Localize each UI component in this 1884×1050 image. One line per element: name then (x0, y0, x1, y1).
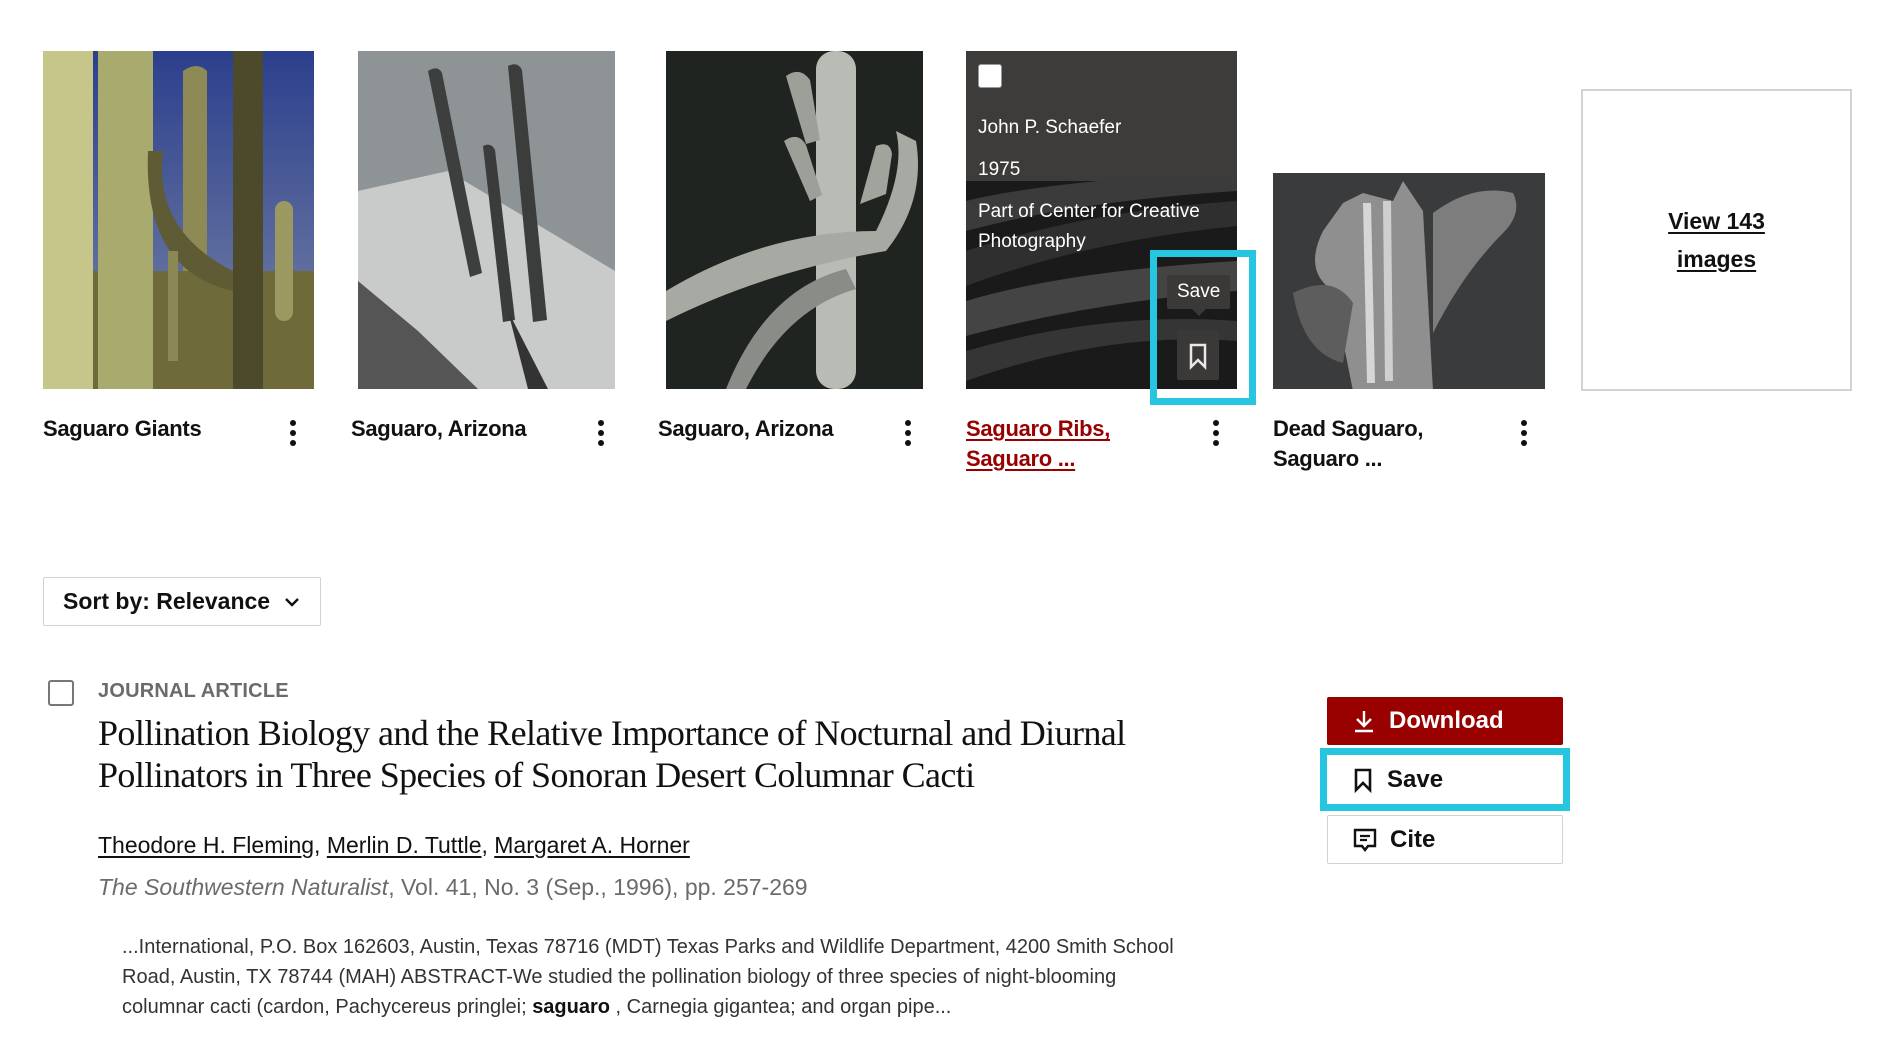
journal-citation: The Southwestern Naturalist, Vol. 41, No… (98, 874, 808, 901)
save-button[interactable]: Save (1327, 756, 1563, 804)
select-image-checkbox[interactable] (978, 64, 1002, 88)
saguaro-giants-photo (43, 51, 314, 389)
more-options-icon[interactable] (1518, 420, 1530, 450)
author-list: Theodore H. Fleming, Merlin D. Tuttle, M… (98, 832, 690, 858)
cite-icon (1353, 828, 1377, 852)
image-thumbnail-saguaro-arizona-1[interactable] (358, 51, 615, 389)
image-thumbnail-saguaro-arizona-2[interactable] (666, 51, 923, 389)
author-link[interactable]: Merlin D. Tuttle (327, 832, 482, 858)
image-title[interactable]: Saguaro Giants (43, 414, 202, 444)
image-collection: Part of Center for Creative Photography (978, 201, 1200, 252)
content-type-label: JOURNAL ARTICLE (98, 680, 289, 702)
search-term-highlight: saguaro (532, 996, 610, 1018)
image-thumbnail-dead-saguaro[interactable] (1273, 173, 1545, 389)
image-title[interactable]: Saguaro, Arizona (658, 414, 834, 444)
dead-saguaro-photo (1273, 173, 1545, 389)
download-icon (1355, 711, 1373, 733)
cite-button[interactable]: Cite (1327, 815, 1563, 864)
image-thumbnail-saguaro-ribs[interactable]: John P. Schaefer 1975 Part of Center for… (966, 51, 1237, 389)
sort-dropdown[interactable]: Sort by: Relevance (43, 577, 321, 626)
save-image-button[interactable] (1177, 330, 1219, 380)
saguaro-arizona-photo-1 (358, 51, 615, 389)
article-title[interactable]: Pollination Biology and the Relative Imp… (98, 712, 1198, 796)
image-creator: John P. Schaefer (978, 117, 1122, 138)
more-options-icon[interactable] (902, 420, 914, 450)
bookmark-icon (1354, 768, 1372, 793)
image-title-link-active[interactable]: Saguaro Ribs, Saguaro ... (966, 414, 1110, 474)
sort-label: Sort by: Relevance (63, 588, 271, 614)
saguaro-arizona-photo-2 (666, 51, 923, 389)
view-all-images-card[interactable]: View 143 images (1581, 89, 1852, 391)
author-link[interactable]: Margaret A. Horner (494, 832, 690, 858)
image-thumbnail-saguaro-giants[interactable] (43, 51, 314, 389)
save-tooltip: Save (1167, 275, 1231, 316)
bookmark-icon (1189, 343, 1207, 371)
select-result-checkbox[interactable] (48, 680, 74, 706)
image-title[interactable]: Saguaro, Arizona (351, 414, 527, 444)
view-all-images-link[interactable]: View 143 images (1662, 202, 1772, 278)
more-options-icon[interactable] (287, 420, 299, 450)
image-date: 1975 (978, 159, 1021, 180)
author-link[interactable]: Theodore H. Fleming (98, 832, 314, 858)
chevron-down-icon (285, 597, 299, 607)
image-title[interactable]: Dead Saguaro, Saguaro ... (1273, 414, 1423, 474)
journal-name: The Southwestern Naturalist (98, 874, 389, 900)
result-snippet: ...International, P.O. Box 162603, Austi… (122, 936, 1174, 1018)
more-options-icon[interactable] (595, 420, 607, 450)
download-button[interactable]: Download (1327, 697, 1563, 745)
more-options-icon[interactable] (1210, 420, 1222, 450)
journal-details: , Vol. 41, No. 3 (Sep., 1996), pp. 257-2… (388, 874, 808, 900)
